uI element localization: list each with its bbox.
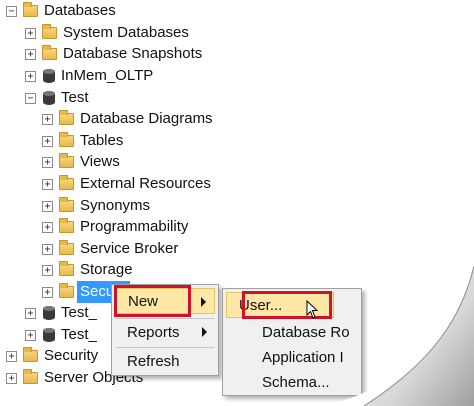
tree-node-label: Database Snapshots <box>63 45 203 62</box>
expand-icon[interactable]: + <box>6 350 17 362</box>
folder-icon <box>42 45 57 60</box>
folder-icon <box>23 347 38 362</box>
folder-icon <box>23 2 38 17</box>
tree-node-label: External Resources <box>80 175 211 192</box>
expand-icon[interactable]: + <box>25 329 36 341</box>
folder-icon <box>59 197 74 212</box>
database-icon <box>43 306 55 320</box>
tree-node-inmem-oltp[interactable]: + InMem_OLTP <box>25 65 153 87</box>
tree-node-label: Synonyms <box>80 197 151 214</box>
tree-node-label: System Databases <box>63 24 189 41</box>
folder-icon <box>59 261 74 276</box>
tree-node-label: Test_ <box>61 304 97 321</box>
tree-node-views[interactable]: + Views <box>42 151 120 173</box>
expand-icon[interactable]: + <box>42 156 53 168</box>
expand-icon[interactable]: + <box>42 243 53 255</box>
tree-node-security[interactable]: + Security <box>6 345 98 367</box>
tree-node-test[interactable]: − Test <box>25 87 89 109</box>
folder-icon <box>59 132 74 147</box>
tree-node-label: Databases <box>44 2 116 19</box>
tree-node-label: Test <box>61 89 89 106</box>
tree-node-database-snapshots[interactable]: + Database Snapshots <box>25 43 202 65</box>
expand-icon[interactable]: + <box>42 135 53 147</box>
folder-icon <box>59 110 74 125</box>
menu-item-label: Reports <box>127 323 180 341</box>
menu-item-label: New <box>128 292 159 310</box>
menu-item-new[interactable]: New <box>115 288 215 314</box>
tree-node-programmability[interactable]: + Programmability <box>42 216 188 238</box>
folder-icon <box>23 369 38 384</box>
database-icon <box>43 69 55 83</box>
menu-item-refresh[interactable]: Refresh <box>115 348 215 374</box>
menu-item-label: Schema... <box>262 373 330 391</box>
tree-node-label: Programmability <box>80 218 189 235</box>
expand-icon[interactable]: + <box>25 70 36 82</box>
submenu-item-application-role[interactable]: Application I <box>226 344 356 370</box>
expand-icon[interactable]: + <box>6 372 17 384</box>
database-icon <box>43 328 55 342</box>
submenu-item-schema[interactable]: Schema... <box>226 369 356 395</box>
tree-node-storage[interactable]: + Storage <box>42 259 133 281</box>
tree-node-label: InMem_OLTP <box>61 67 154 84</box>
folder-icon <box>59 153 74 168</box>
tree-node-label: Storage <box>80 261 133 278</box>
database-icon <box>43 91 55 105</box>
menu-item-label: Refresh <box>127 352 180 370</box>
menu-item-label: Database Ro <box>262 323 350 341</box>
tree-node-label: Test_ <box>61 326 97 343</box>
menu-item-label: Application I <box>262 348 344 366</box>
tree-node-service-broker[interactable]: + Service Broker <box>42 238 178 260</box>
expand-icon[interactable]: + <box>42 178 53 190</box>
submenu-arrow-icon <box>201 297 206 307</box>
tree-node-label: Security <box>44 347 99 364</box>
tree-node-label: Service Broker <box>80 240 179 257</box>
menu-item-reports[interactable]: Reports <box>115 319 215 345</box>
collapse-icon[interactable]: − <box>25 92 36 104</box>
expand-icon[interactable]: + <box>42 200 53 212</box>
expand-icon[interactable]: + <box>25 48 36 60</box>
expand-icon[interactable]: + <box>25 27 36 39</box>
tree-node-test-3[interactable]: + Test_ <box>25 324 97 346</box>
submenu-arrow-icon <box>202 327 207 337</box>
tree-node-label: Database Diagrams <box>80 110 213 127</box>
tree-node-external-resources[interactable]: + External Resources <box>42 173 211 195</box>
submenu-item-database-role[interactable]: Database Ro <box>226 319 356 345</box>
folder-icon <box>59 218 74 233</box>
object-explorer-panel: − Databases + System Databases + Databas… <box>0 0 474 406</box>
folder-icon <box>42 24 57 39</box>
tree-node-tables[interactable]: + Tables <box>42 130 123 152</box>
tree-node-label: Tables <box>80 132 124 149</box>
tree-node-system-databases[interactable]: + System Databases <box>25 22 189 44</box>
tree-node-database-diagrams[interactable]: + Database Diagrams <box>42 108 213 130</box>
expand-icon[interactable]: + <box>42 264 53 276</box>
mouse-cursor-icon <box>306 300 319 319</box>
new-submenu: User... Database Ro Application I Schema… <box>222 288 362 396</box>
expand-icon[interactable]: + <box>42 286 53 298</box>
expand-icon[interactable]: + <box>25 307 36 319</box>
collapse-icon[interactable]: − <box>6 5 17 17</box>
context-menu: New Reports Refresh <box>111 284 219 376</box>
expand-icon[interactable]: + <box>42 113 53 125</box>
menu-item-label: User... <box>239 296 283 314</box>
folder-icon <box>59 283 74 298</box>
tree-node-label: Views <box>80 153 120 170</box>
tree-node-databases[interactable]: − Databases <box>6 0 116 22</box>
folder-icon <box>59 240 74 255</box>
expand-icon[interactable]: + <box>42 221 53 233</box>
folder-icon <box>59 175 74 190</box>
tree-node-test-2[interactable]: + Test_ <box>25 302 97 324</box>
tree-node-synonyms[interactable]: + Synonyms <box>42 195 150 217</box>
